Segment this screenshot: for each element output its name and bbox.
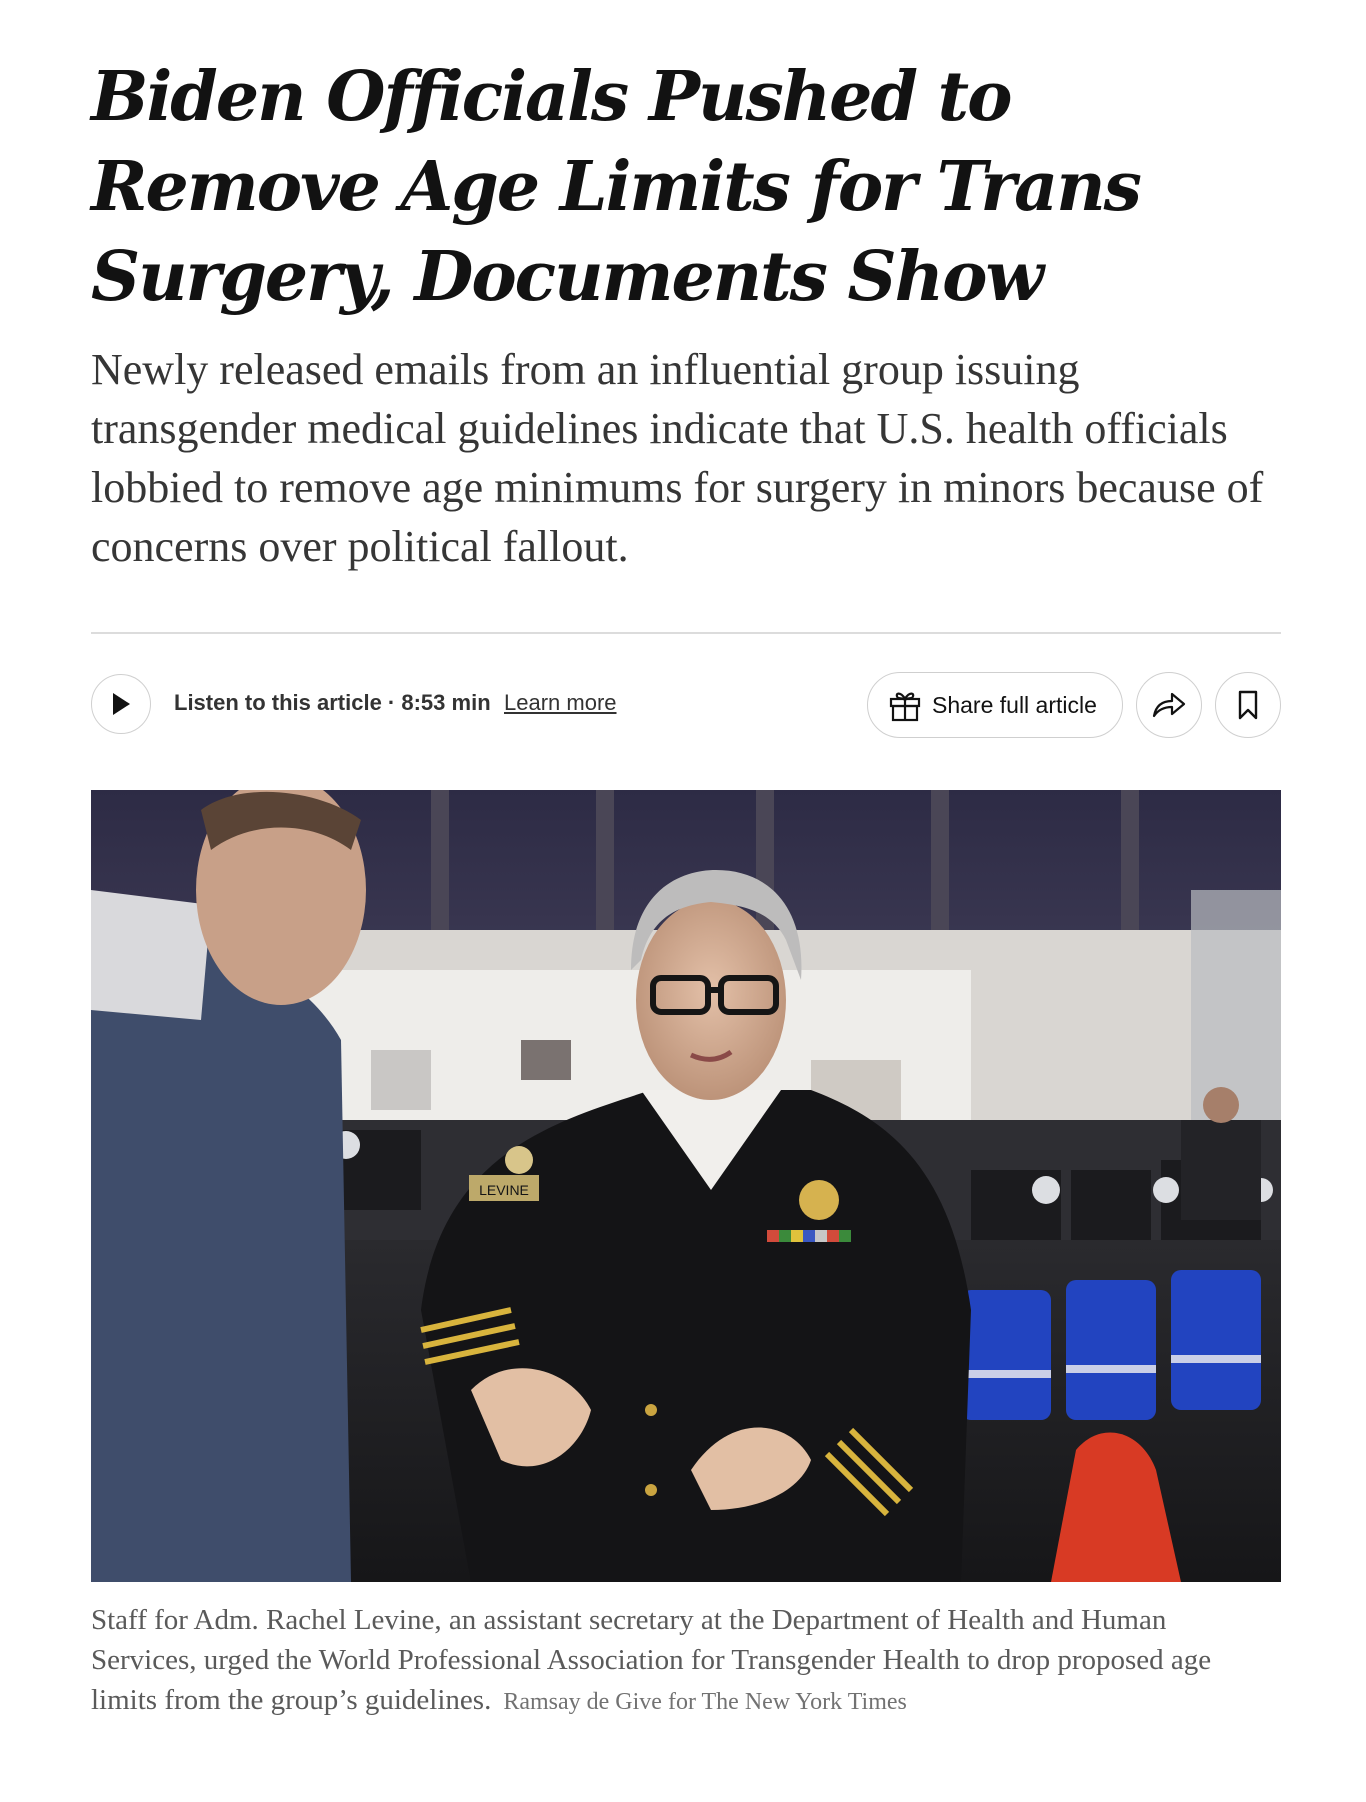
- article-photo: LEVINE: [91, 790, 1281, 1582]
- bookmark-icon: [1238, 690, 1258, 720]
- share-full-label: Share full article: [932, 691, 1097, 718]
- photo-illustration: LEVINE: [91, 790, 1281, 1582]
- article-summary: Newly released emails from an influentia…: [91, 345, 1264, 571]
- article-toolbar: Listen to this article · 8:53 min Learn …: [91, 672, 1281, 738]
- learn-more-link[interactable]: Learn more: [504, 690, 617, 716]
- photo-caption: Staff for Adm. Rachel Levine, an assista…: [91, 1600, 1251, 1722]
- share-full-article-button[interactable]: Share full article: [867, 672, 1123, 738]
- play-button[interactable]: [91, 674, 151, 734]
- divider: [91, 632, 1281, 634]
- share-arrow-icon: [1152, 692, 1186, 718]
- name-tag-text: LEVINE: [479, 1182, 529, 1198]
- play-icon: [113, 693, 130, 715]
- gift-icon: [889, 692, 921, 722]
- listen-label: Listen to this article · 8:53 min: [174, 690, 491, 715]
- bookmark-button[interactable]: [1215, 672, 1281, 738]
- article-headline: Biden Officials Pushed to Remove Age Lim…: [91, 57, 1142, 317]
- share-button[interactable]: [1136, 672, 1202, 738]
- photo-credit: Ramsay de Give for The New York Times: [503, 1689, 907, 1715]
